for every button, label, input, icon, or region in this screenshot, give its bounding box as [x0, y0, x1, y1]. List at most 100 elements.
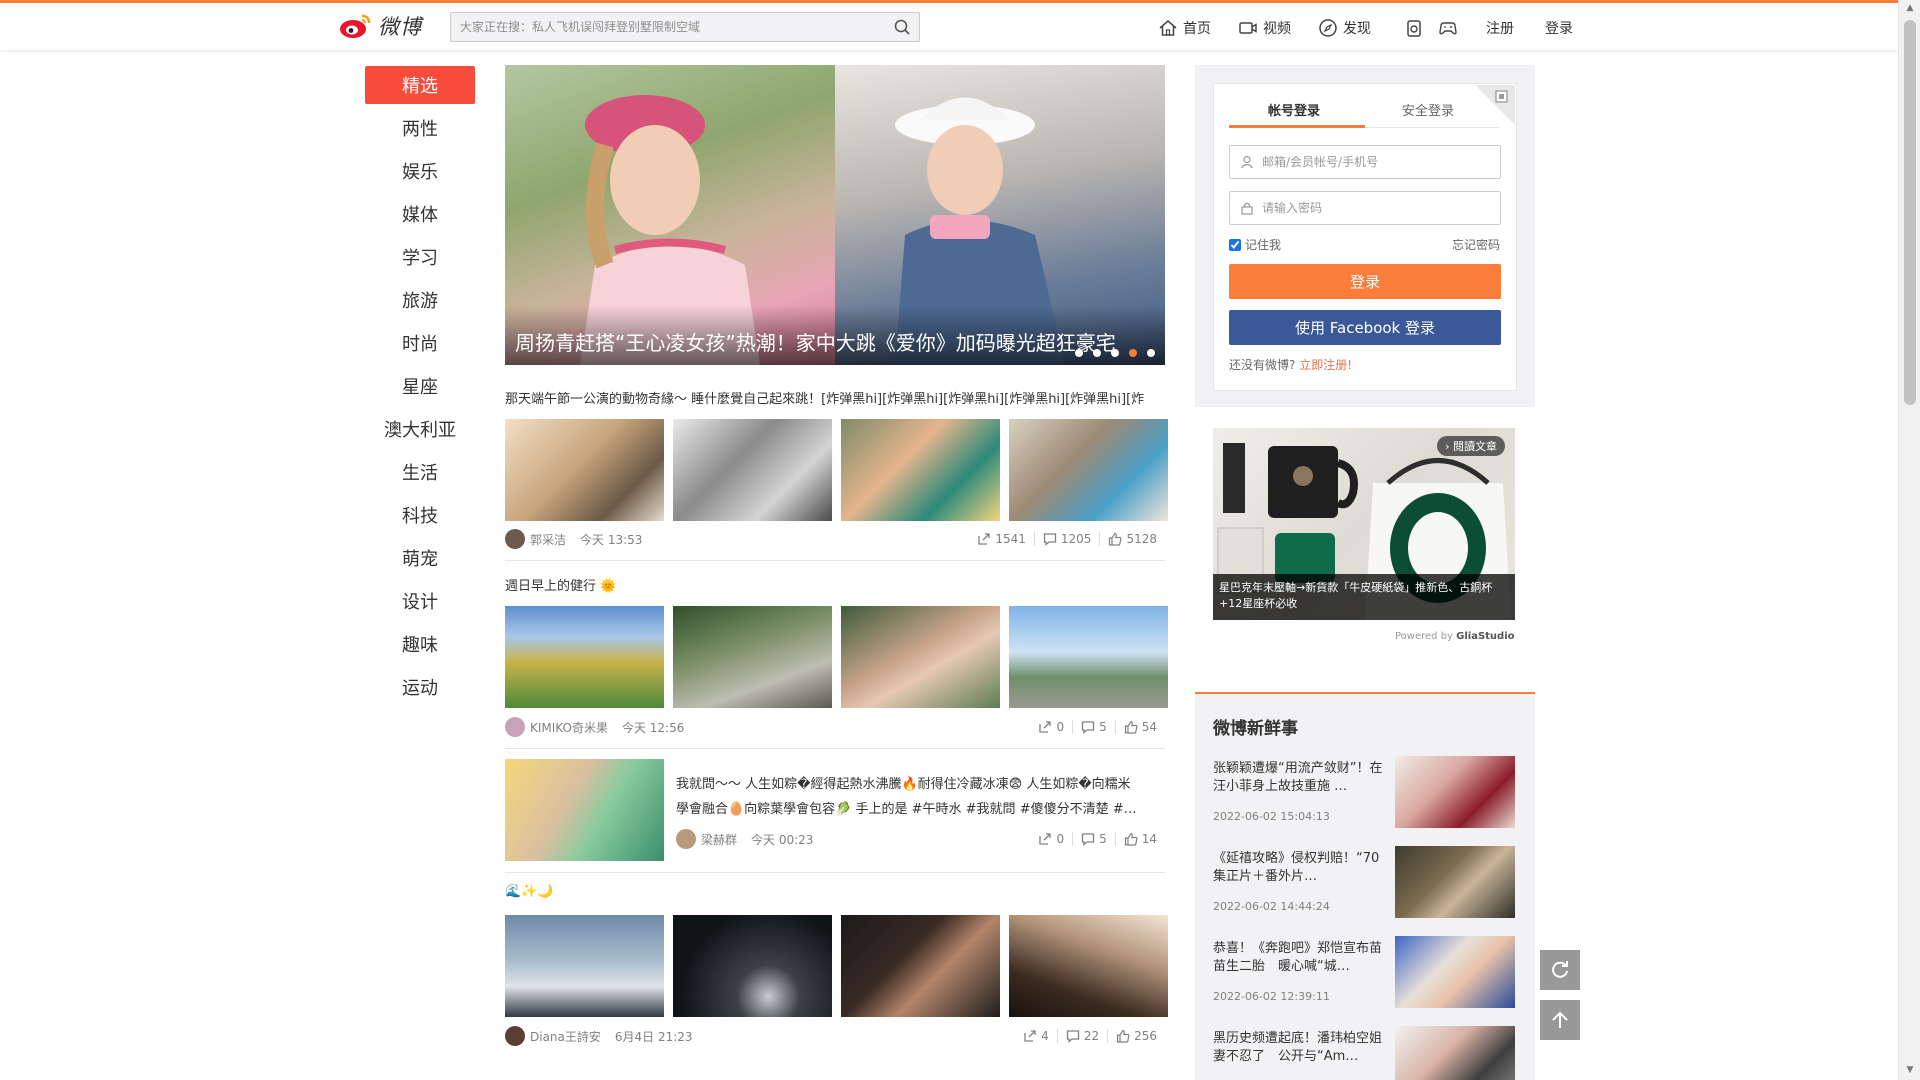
channel-item[interactable]: 运动: [365, 668, 475, 706]
post-image[interactable]: [673, 915, 832, 1017]
news-headline[interactable]: 黑历史频遭起底！潘玮柏空姐妻不忍了 公开与“Am…: [1213, 1030, 1383, 1066]
comment-button[interactable]: 5: [1072, 720, 1115, 734]
tab-secure-login[interactable]: 安全登录: [1402, 100, 1454, 126]
nav-game[interactable]: [1438, 16, 1458, 40]
post-image[interactable]: [505, 606, 664, 708]
like-button[interactable]: 14: [1114, 832, 1165, 846]
post-image[interactable]: [1009, 419, 1168, 521]
avatar[interactable]: [505, 717, 525, 737]
news-item[interactable]: 张颖颖遭爆“用流产敛财”！在汪小菲身上故技重施 … 2022-06-02 15:0…: [1213, 756, 1517, 832]
comment-button[interactable]: 22: [1056, 1029, 1107, 1043]
carousel-dot[interactable]: [1093, 349, 1101, 357]
news-item[interactable]: 《延禧攻略》侵权判赔！“70集正片＋番外片… 2022-06-02 14:44:2…: [1213, 846, 1517, 922]
hero-carousel[interactable]: 周扬青赶搭“王心凌女孩”热潮！家中大跳《爱你》加码曝光超狂豪宅: [505, 65, 1165, 365]
scroll-down-arrow[interactable]: ▼: [1904, 1065, 1916, 1077]
news-headline[interactable]: 《延禧攻略》侵权判赔！“70集正片＋番外片…: [1213, 850, 1383, 886]
post-text[interactable]: 週日早上的健行 🌞: [505, 575, 1165, 594]
ad-caption[interactable]: 星巴克年末壓軸→新貨款「牛皮硬紙袋」推新色、古銅杯+12星座杯必收: [1213, 574, 1515, 620]
news-headline[interactable]: 张颖颖遭爆“用流产敛财”！在汪小菲身上故技重施 …: [1213, 760, 1383, 796]
post-author[interactable]: Diana王詩安: [530, 1028, 601, 1045]
repost-button[interactable]: 0: [1030, 720, 1072, 734]
post-author[interactable]: 郭采洁: [530, 531, 566, 548]
repost-button[interactable]: 0: [1030, 832, 1072, 846]
search-button[interactable]: [885, 13, 919, 41]
ad-banner[interactable]: › 閱讀文章 星巴克年末壓軸→新貨款「牛皮硬紙袋」推新色、古銅杯+12星座杯必收: [1213, 428, 1515, 620]
read-article-tag[interactable]: › 閱讀文章: [1437, 436, 1505, 456]
channel-item[interactable]: 星座: [365, 367, 475, 405]
back-to-top-button[interactable]: [1540, 1000, 1580, 1040]
remember-me[interactable]: 记住我: [1229, 236, 1281, 253]
like-button[interactable]: 54: [1114, 720, 1165, 734]
channel-item[interactable]: 媒体: [365, 195, 475, 233]
channel-item[interactable]: 科技: [365, 496, 475, 534]
search-input[interactable]: [451, 20, 885, 34]
news-thumbnail[interactable]: [1395, 756, 1515, 828]
register-now-link[interactable]: 立即注册!: [1299, 358, 1352, 372]
channel-item[interactable]: 学习: [365, 238, 475, 276]
channel-item[interactable]: 澳大利亚: [365, 410, 475, 448]
news-item[interactable]: 黑历史频遭起底！潘玮柏空姐妻不忍了 公开与“Am…2022-06-02 12:1…: [1213, 1026, 1517, 1080]
post-image[interactable]: [841, 419, 1000, 521]
avatar[interactable]: [676, 829, 696, 849]
password-input[interactable]: [1262, 201, 1500, 215]
channel-item[interactable]: 萌宠: [365, 539, 475, 577]
post-text[interactable]: 那天端午節一公演的動物奇緣～ 睡什麼覺自己起來跳！[炸弹黑hi][炸弹黑hi][…: [505, 388, 1165, 407]
post-image[interactable]: [1009, 915, 1168, 1017]
post-text[interactable]: 我就問～～ 人生如粽�經得起熱水沸騰🔥耐得住冷藏冰凍😨 人生如粽�向糯米 學會融…: [676, 772, 1166, 822]
news-thumbnail[interactable]: [1395, 1026, 1515, 1080]
hero-caption[interactable]: 周扬青赶搭“王心凌女孩”热潮！家中大跳《爱你》加码曝光超狂豪宅: [505, 305, 1165, 365]
news-item[interactable]: 恭喜！《奔跑吧》郑恺宣布苗苗生二胎 暖心喊“城… 2022-06-02 12:39…: [1213, 936, 1517, 1012]
channel-item[interactable]: 设计: [365, 582, 475, 620]
post-image[interactable]: [673, 419, 832, 521]
news-headline[interactable]: 恭喜！《奔跑吧》郑恺宣布苗苗生二胎 暖心喊“城…: [1213, 940, 1383, 976]
forgot-password-link[interactable]: 忘记密码: [1452, 236, 1500, 253]
post-author[interactable]: KIMIKO奇米果: [530, 719, 608, 736]
news-thumbnail[interactable]: [1395, 936, 1515, 1008]
comment-button[interactable]: 5: [1072, 832, 1115, 846]
repost-button[interactable]: 1541: [969, 532, 1034, 546]
login-button[interactable]: 登录: [1229, 264, 1501, 299]
post-image[interactable]: [505, 915, 664, 1017]
news-thumbnail[interactable]: [1395, 846, 1515, 918]
carousel-dot[interactable]: [1147, 349, 1155, 357]
username-input[interactable]: [1262, 155, 1500, 169]
comment-button[interactable]: 1205: [1033, 532, 1100, 546]
avatar[interactable]: [505, 529, 525, 549]
channel-item[interactable]: 旅游: [365, 281, 475, 319]
avatar[interactable]: [505, 1026, 525, 1046]
remember-me-checkbox[interactable]: [1229, 238, 1241, 251]
post-image[interactable]: [841, 606, 1000, 708]
like-button[interactable]: 256: [1107, 1029, 1165, 1043]
carousel-dot[interactable]: [1129, 349, 1137, 357]
post-image[interactable]: [1009, 606, 1168, 708]
post-image[interactable]: [841, 915, 1000, 1017]
post-image[interactable]: [505, 419, 664, 521]
post-text[interactable]: 🌊✨🌙: [505, 884, 1165, 899]
channel-item[interactable]: 娱乐: [365, 152, 475, 190]
refresh-button[interactable]: [1540, 950, 1580, 990]
scroll-up-arrow[interactable]: ▲: [1904, 3, 1916, 15]
weibo-logo[interactable]: 微博: [338, 10, 422, 42]
repost-button[interactable]: 4: [1015, 1029, 1057, 1043]
nav-login[interactable]: 登录: [1545, 16, 1573, 40]
qr-code-icon[interactable]: [1475, 85, 1515, 125]
scrollbar-thumb[interactable]: [1904, 20, 1916, 405]
channel-item[interactable]: 时尚: [365, 324, 475, 362]
nav-register[interactable]: 注册: [1486, 16, 1514, 40]
nav-camera[interactable]: [1404, 16, 1424, 40]
post-image[interactable]: [505, 759, 664, 861]
tab-account-login[interactable]: 帐号登录: [1268, 100, 1320, 126]
channel-item[interactable]: 两性: [365, 109, 475, 147]
like-button[interactable]: 5128: [1099, 532, 1165, 546]
channel-item[interactable]: 生活: [365, 453, 475, 491]
channel-item[interactable]: 精选: [365, 66, 475, 104]
post-author[interactable]: 梁赫群: [701, 831, 737, 848]
channel-item[interactable]: 趣味: [365, 625, 475, 663]
nav-video[interactable]: 视频: [1238, 16, 1291, 40]
carousel-dot[interactable]: [1075, 349, 1083, 357]
facebook-login-button[interactable]: 使用 Facebook 登录: [1229, 310, 1501, 345]
nav-discover[interactable]: 发现: [1318, 16, 1371, 40]
post-image[interactable]: [673, 606, 832, 708]
page-scrollbar[interactable]: ▲ ▼: [1898, 0, 1920, 1080]
nav-home[interactable]: 首页: [1158, 16, 1211, 40]
